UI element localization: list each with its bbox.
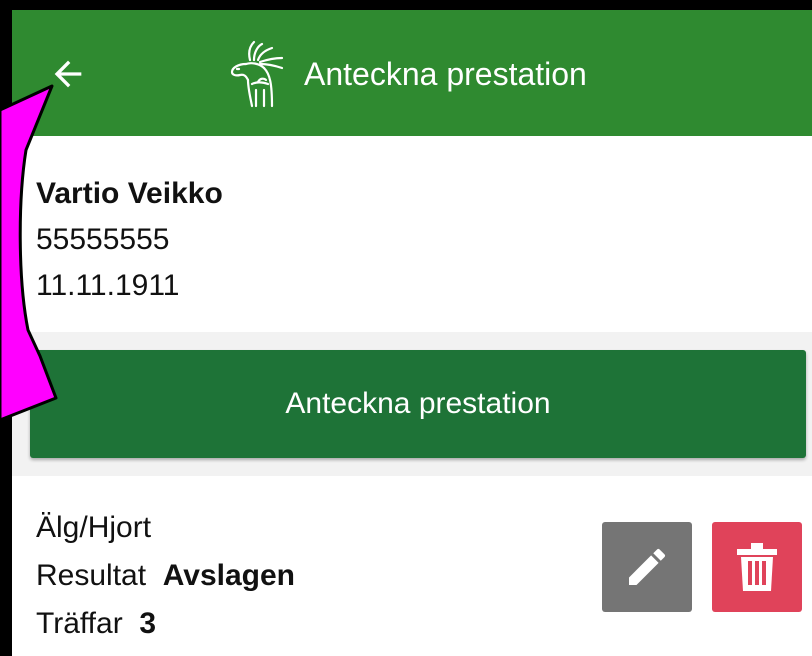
hits-row: Träffar 3 — [36, 606, 156, 642]
record-performance-button[interactable]: Anteckna prestation — [30, 350, 806, 458]
person-id: 55555555 — [36, 223, 170, 256]
person-card: Vartio Veikko 55555555 11.11.1911 — [12, 136, 812, 332]
result-status-row: Resultat Avslagen — [36, 558, 295, 594]
hits-value: 3 — [139, 607, 157, 640]
result-category: Älg/Hjort — [36, 511, 152, 544]
page-title: Anteckna prestation — [304, 56, 587, 92]
arrow-left-icon — [54, 60, 82, 88]
pencil-icon — [629, 548, 666, 585]
result-label: Resultat — [36, 559, 147, 592]
person-name: Vartio Veikko — [36, 177, 223, 210]
edit-button[interactable] — [602, 522, 692, 612]
back-button[interactable] — [42, 48, 94, 100]
delete-button[interactable] — [712, 522, 802, 612]
hits-label: Träffar — [36, 607, 123, 640]
result-list-item: Älg/Hjort Resultat Avslagen Träffar 3 — [12, 476, 812, 656]
app-screen: Anteckna prestation Vartio Veikko 555555… — [12, 10, 812, 656]
person-birth-date: 11.11.1911 — [36, 269, 180, 302]
app-bar: Anteckna prestation — [12, 10, 812, 136]
trash-icon — [737, 543, 777, 591]
result-value: Avslagen — [162, 559, 296, 592]
moose-logo-icon — [230, 40, 284, 108]
